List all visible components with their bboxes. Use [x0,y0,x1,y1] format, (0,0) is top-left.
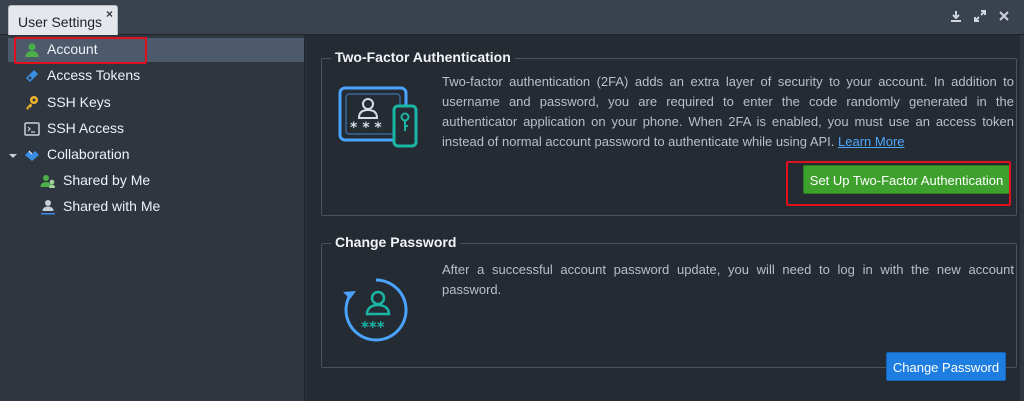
learn-more-link[interactable]: Learn More [838,134,904,149]
change-password-section: Change Password *** After a successful a… [321,234,1017,381]
setup-2fa-button[interactable]: Set Up Two-Factor Authentication [803,165,1010,194]
sidebar-item-label: SSH Keys [47,94,111,110]
change-password-title: Change Password [331,234,461,250]
two-factor-description-text: Two-factor authentication (2FA) adds an … [442,74,1014,149]
sidebar-item-label: Shared with Me [63,198,161,214]
users-icon [40,173,56,189]
terminal-icon [24,121,40,137]
two-factor-title: Two-Factor Authentication [331,49,515,65]
chevron-down-icon[interactable] [8,148,18,164]
tab-close-icon[interactable]: × [106,7,113,21]
sidebar-item-shared-with-me[interactable]: Shared with Me [8,195,304,219]
sidebar-item-label: Shared by Me [63,172,151,188]
sidebar-item-collaboration[interactable]: Collaboration [8,143,304,167]
tab-user-settings[interactable]: User Settings × [8,5,118,35]
change-password-description: After a successful account password upda… [442,262,1014,297]
two-factor-section: Two-Factor Authentication * * * Two-fact… [321,49,1017,216]
user-icon [24,42,40,58]
scrollbar[interactable] [1020,35,1024,401]
close-icon[interactable] [997,9,1011,23]
sidebar-item-label: Account [47,41,98,57]
two-factor-illustration-icon: * * * [338,84,420,153]
sidebar-item-shared-by-me[interactable]: Shared by Me [8,169,304,193]
sidebar-item-account[interactable]: Account [8,38,304,62]
sidebar-item-label: Collaboration [47,146,130,162]
key-icon [24,95,40,111]
password-reset-illustration-icon: *** [340,274,412,349]
change-password-button[interactable]: Change Password [886,352,1006,381]
download-icon[interactable] [949,9,963,23]
handshake-icon [24,147,40,163]
two-factor-description: Two-factor authentication (2FA) adds an … [442,72,1014,152]
sidebar: Account Access Tokens SSH Keys SSH Acces… [0,35,305,401]
tab-label: User Settings [18,14,103,30]
expand-icon[interactable] [973,9,987,23]
svg-text:* * *: * * * [350,120,382,136]
main-panel: Two-Factor Authentication * * * Two-fact… [306,35,1024,401]
sidebar-item-access-tokens[interactable]: Access Tokens [8,64,304,88]
sidebar-item-ssh-access[interactable]: SSH Access [8,117,304,141]
svg-text:***: *** [361,318,385,336]
sidebar-item-label: SSH Access [47,120,125,136]
sidebar-item-ssh-keys[interactable]: SSH Keys [8,91,304,115]
tab-bar: User Settings × [0,0,1024,35]
token-icon [24,68,40,84]
sidebar-item-label: Access Tokens [47,67,141,83]
user-share-icon [40,199,56,215]
